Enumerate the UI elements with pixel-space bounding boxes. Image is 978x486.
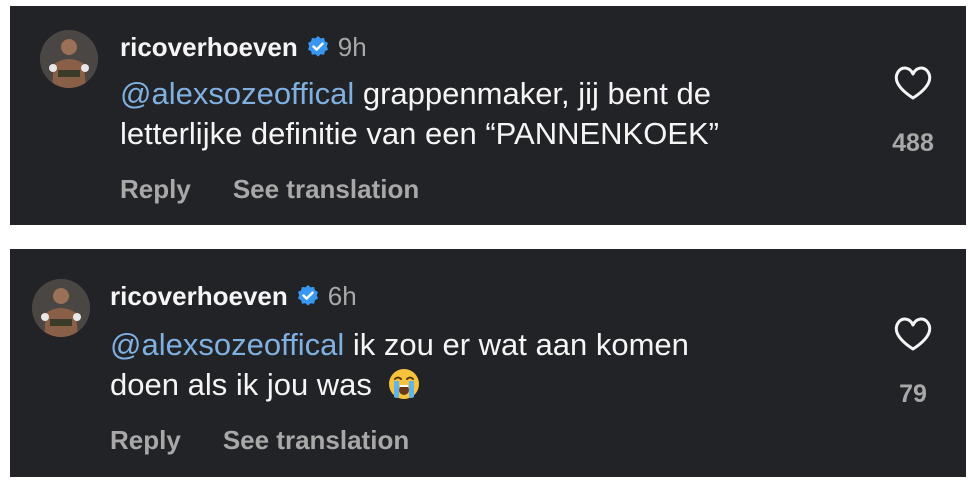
comment-header: ricoverhoeven 6h <box>110 281 357 311</box>
comment-actions: Reply See translation <box>120 174 419 205</box>
heart-outline-icon[interactable] <box>892 315 934 358</box>
verified-badge-icon <box>306 35 330 59</box>
avatar[interactable] <box>32 279 90 337</box>
reply-button[interactable]: Reply <box>110 425 181 456</box>
comment-text-line2: letterlijke definitie van een “PANNENKOE… <box>120 116 720 151</box>
username[interactable]: ricoverhoeven <box>120 32 298 62</box>
see-translation-button[interactable]: See translation <box>233 174 419 205</box>
heart-outline-icon[interactable] <box>892 64 934 107</box>
mention-link[interactable]: @alexsozeoffical <box>110 327 344 362</box>
like-count: 79 <box>899 380 927 408</box>
like-control: 488 <box>878 64 948 158</box>
comment-card: ricoverhoeven 6h @alexsozeoffical ik zou… <box>10 249 966 477</box>
comment-text-line2: doen als ik jou was <box>110 367 372 402</box>
comment-actions: Reply See translation <box>110 425 409 456</box>
loudly-crying-face-icon <box>387 367 421 411</box>
comment-text: @alexsozeoffical grappenmaker, jij bent … <box>120 74 840 154</box>
like-count: 488 <box>892 129 934 157</box>
avatar[interactable] <box>40 30 98 88</box>
comment-timestamp: 9h <box>337 32 367 62</box>
see-translation-button[interactable]: See translation <box>223 425 409 456</box>
verified-badge-icon <box>296 284 320 308</box>
mention-link[interactable]: @alexsozeoffical <box>120 76 354 111</box>
comment-text: @alexsozeoffical ik zou er wat aan komen… <box>110 325 830 411</box>
username[interactable]: ricoverhoeven <box>110 281 288 311</box>
comment-timestamp: 6h <box>327 281 357 311</box>
reply-button[interactable]: Reply <box>120 174 191 205</box>
comment-text-line1: grappenmaker, jij bent de <box>354 76 711 111</box>
comment-text-line1: ik zou er wat aan komen <box>344 327 689 362</box>
like-control: 79 <box>878 315 948 409</box>
comment-header: ricoverhoeven 9h <box>120 32 367 62</box>
comment-card: ricoverhoeven 9h @alexsozeoffical grappe… <box>10 6 966 225</box>
